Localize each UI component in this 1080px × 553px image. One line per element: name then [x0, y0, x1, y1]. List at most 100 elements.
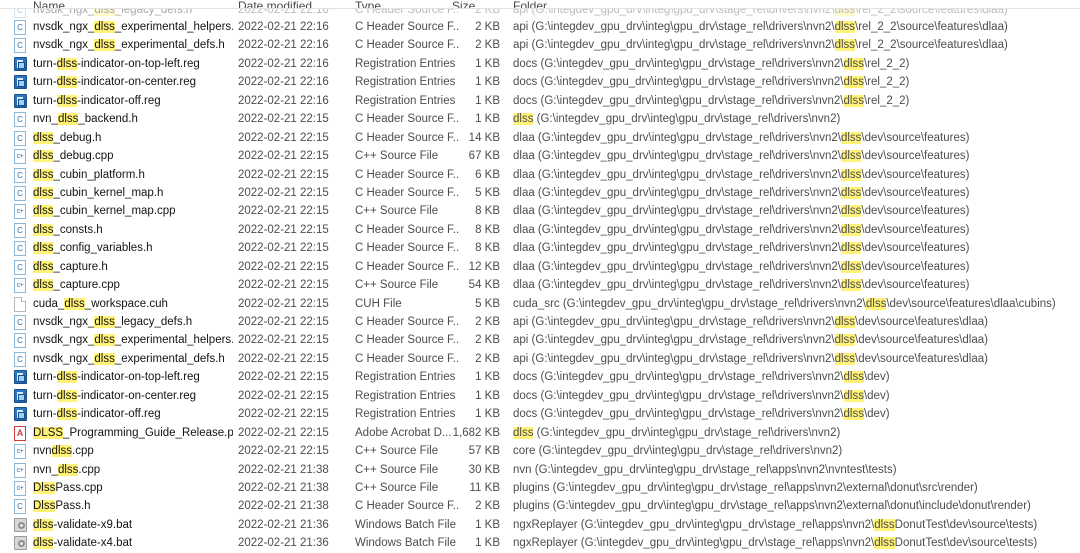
file-icon-cell: C: [14, 36, 30, 54]
table-row[interactable]: Cnvsdk_ngx_dlss_legacy_defs.h 2022-02-21 …: [0, 9, 1080, 18]
table-row[interactable]: c+ dlss_capture.cpp 2022-02-21 22:15 C++ So…: [0, 276, 1080, 295]
file-folder-cell: docs (G:\integdev_gpu_drv\integ\gpu_drv\…: [513, 371, 890, 384]
registry-file-icon: [14, 56, 27, 71]
c-header-icon: C: [14, 9, 26, 18]
file-icon-cell: [14, 534, 30, 552]
bat-file-icon: [14, 536, 27, 551]
file-icon-cell: [14, 405, 30, 423]
file-folder-cell: ngxReplayer (G:\integdev_gpu_drv\integ\g…: [513, 537, 1038, 550]
file-icon-cell: C: [14, 313, 30, 331]
file-folder-cell: dlaa (G:\integdev_gpu_drv\integ\gpu_drv\…: [513, 205, 970, 218]
file-size-cell: 6 KB: [475, 168, 500, 181]
file-date-cell: 2022-02-21 22:15: [238, 131, 329, 144]
file-name-cell: nvsdk_ngx_dlss_experimental_defs.h: [33, 352, 225, 365]
table-row[interactable]: c+ DlssPass.cpp 2022-02-21 21:38 C++ Source…: [0, 478, 1080, 498]
file-name-cell: nvsdk_ngx_dlss_legacy_defs.h: [33, 9, 233, 18]
file-size-cell: 5 KB: [475, 297, 500, 310]
search-highlight: dlss: [840, 150, 862, 163]
c-header-icon: C: [14, 499, 26, 515]
table-row[interactable]: c+ dlss_debug.cpp 2022-02-21 22:15 C++ Sour…: [0, 147, 1080, 166]
file-date-cell: 2022-02-21 22:15: [238, 426, 329, 439]
table-row[interactable]: turn-dlss-indicator-off.reg 2022-02-21 22…: [0, 91, 1080, 111]
file-folder-cell: docs (G:\integdev_gpu_drv\integ\gpu_drv\…: [513, 408, 890, 421]
table-row[interactable]: Cdlss_cubin_platform.h 2022-02-21 22:15 C …: [0, 165, 1080, 184]
file-date-cell: 2022-02-21 21:38: [238, 463, 329, 476]
file-size-cell: 2 KB: [475, 39, 500, 52]
search-highlight: dlss: [834, 21, 856, 33]
file-icon-cell: C: [14, 497, 30, 515]
file-name-cell: DLSS_Programming_Guide_Release.pdf: [33, 426, 233, 439]
c-header-icon: C: [14, 333, 26, 349]
file-size-cell: 2 KB: [475, 9, 500, 16]
file-folder-cell: dlaa (G:\integdev_gpu_drv\integ\gpu_drv\…: [513, 279, 970, 292]
search-highlight: dlss: [843, 76, 864, 89]
table-row[interactable]: Cdlss_config_variables.h 2022-02-21 22:15…: [0, 239, 1080, 258]
generic-file-icon: [14, 296, 26, 312]
file-date-cell: 2022-02-21 22:15: [238, 205, 329, 218]
file-size-cell: 54 KB: [468, 279, 500, 292]
search-highlight: dlss: [33, 279, 54, 292]
file-icon-cell: c+: [14, 202, 30, 220]
file-icon-cell: A: [14, 424, 30, 442]
file-date-cell: 2022-02-21 22:15: [238, 223, 329, 236]
file-date-cell: 2022-02-21 22:15: [238, 279, 329, 292]
table-row[interactable]: Cdlss_consts.h 2022-02-21 22:15 C Header S…: [0, 220, 1080, 240]
file-date-cell: 2022-02-21 21:38: [238, 481, 329, 494]
file-explorer-details-view: Name Date modified Type Size Folder Cnvsdk_n…: [0, 0, 1080, 553]
file-name-cell: turn-dlss-indicator-on-center.reg: [33, 389, 197, 402]
registry-file-icon: [14, 75, 27, 90]
file-folder-cell: api (G:\integdev_gpu_drv\integ\gpu_drv\s…: [513, 334, 988, 347]
file-folder-cell: docs (G:\integdev_gpu_drv\integ\gpu_drv\…: [513, 76, 910, 89]
bat-file-icon: [14, 517, 27, 532]
table-row[interactable]: Cnvn_dlss_backend.h 2022-02-21 22:15 C Hea…: [0, 110, 1080, 129]
search-highlight: dlss: [94, 9, 115, 16]
file-icon-cell: C: [14, 129, 30, 147]
file-icon-cell: C: [14, 221, 30, 239]
search-highlight: dlss: [33, 131, 54, 144]
search-highlight: dlss: [840, 279, 862, 292]
table-row[interactable]: c+ nvndlss.cpp 2022-02-21 22:15 C++ Source …: [0, 442, 1080, 461]
search-highlight: dlss: [56, 57, 78, 70]
table-row[interactable]: Cdlss_capture.h 2022-02-21 22:15 C Header …: [0, 257, 1080, 277]
file-name-cell: dlss_cubin_kernel_map.h: [33, 186, 164, 199]
file-date-cell: 2022-02-21 22:15: [238, 389, 329, 402]
table-row[interactable]: dlss-validate-x9.bat 2022-02-21 21:36 Wind…: [0, 515, 1080, 535]
search-highlight: dlss: [94, 39, 115, 52]
table-row[interactable]: Cdlss_cubin_kernel_map.h 2022-02-21 22:15…: [0, 183, 1080, 203]
table-row[interactable]: A DLSS_Programming_Guide_Release.pdf 2022-…: [0, 423, 1080, 443]
table-row[interactable]: dlss-validate-x4.bat 2022-02-21 21:36 Wind…: [0, 534, 1080, 553]
search-highlight: dlss: [874, 537, 895, 550]
table-row[interactable]: c+ nvn_dlss.cpp 2022-02-21 21:38 C++ Source…: [0, 460, 1080, 479]
column-header-size[interactable]: Size: [452, 0, 475, 8]
search-highlight: dlss: [840, 186, 862, 199]
table-row[interactable]: turn-dlss-indicator-off.reg 2022-02-21 22…: [0, 405, 1080, 424]
column-header-type[interactable]: Type: [355, 0, 381, 8]
column-header-name[interactable]: Name: [33, 0, 65, 8]
file-icon-cell: c+: [14, 442, 30, 460]
file-size-cell: 30 KB: [468, 463, 500, 476]
file-date-cell: 2022-02-21 22:15: [238, 316, 329, 328]
table-row[interactable]: Cnvsdk_ngx_dlss_legacy_defs.h 2022-02-21 …: [0, 313, 1080, 332]
table-row[interactable]: turn-dlss-indicator-on-top-left.reg 2022-…: [0, 368, 1080, 387]
search-highlight: dlss: [513, 113, 534, 126]
table-row[interactable]: Cnvsdk_ngx_dlss_experimental_defs.h 2022-…: [0, 36, 1080, 55]
table-row[interactable]: turn-dlss-indicator-on-top-left.reg 2022-…: [0, 54, 1080, 74]
file-name-cell: cuda_dlss_workspace.cuh: [33, 297, 168, 310]
table-row[interactable]: C DlssPass.h 2022-02-21 21:38 C Header Sour…: [0, 497, 1080, 516]
table-row[interactable]: Cnvsdk_ngx_dlss_experimental_helpers.h 20…: [0, 331, 1080, 350]
search-highlight: DLSS: [33, 426, 64, 439]
column-header-folder[interactable]: Folder: [513, 0, 547, 8]
table-row[interactable]: Cnvsdk_ngx_dlss_experimental_defs.h 2022-…: [0, 349, 1080, 369]
table-row[interactable]: c+ dlss_cubin_kernel_map.cpp 2022-02-21 22…: [0, 202, 1080, 221]
table-row[interactable]: Cnvsdk_ngx_dlss_experimental_helpers.h 20…: [0, 18, 1080, 37]
table-row[interactable]: turn-dlss-indicator-on-center.reg 2022-02…: [0, 73, 1080, 92]
file-size-cell: 2 KB: [475, 334, 500, 347]
table-row[interactable]: turn-dlss-indicator-on-center.reg 2022-02…: [0, 386, 1080, 406]
table-row[interactable]: cuda_dlss_workspace.cuh 2022-02-21 22:15 C…: [0, 294, 1080, 313]
file-size-cell: 8 KB: [475, 242, 500, 255]
search-highlight: dlss: [840, 168, 862, 181]
table-row[interactable]: Cdlss_debug.h 2022-02-21 22:15 C Header So…: [0, 128, 1080, 148]
column-header-date[interactable]: Date modified: [238, 0, 312, 8]
file-name-cell: nvsdk_ngx_dlss_experimental_helpers.h: [33, 21, 233, 33]
file-date-cell: 2022-02-21 22:16: [238, 76, 329, 89]
